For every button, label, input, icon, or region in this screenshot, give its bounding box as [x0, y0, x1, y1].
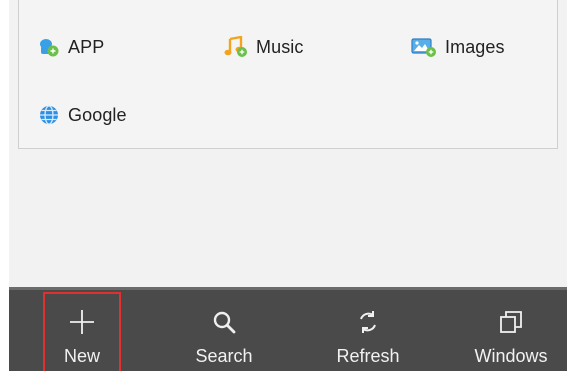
- windows-button[interactable]: Windows: [466, 290, 556, 371]
- bookmark-images[interactable]: Images: [411, 36, 505, 58]
- images-icon: [411, 36, 437, 58]
- music-icon: [224, 36, 248, 58]
- bookmark-music[interactable]: Music: [224, 36, 304, 58]
- browser-screen: APP Music Images Google New Search Refre…: [9, 0, 567, 371]
- refresh-button-label: Refresh: [336, 346, 400, 366]
- bottom-toolbar: New Search Refresh Windows: [9, 287, 567, 371]
- app-icon: [38, 36, 60, 58]
- search-button[interactable]: Search: [185, 290, 263, 371]
- windows-icon: [498, 308, 524, 336]
- refresh-icon: [356, 308, 380, 336]
- new-button-highlight: [43, 292, 121, 371]
- search-icon: [212, 308, 236, 336]
- bookmark-google[interactable]: Google: [38, 104, 127, 126]
- refresh-button[interactable]: Refresh: [328, 290, 408, 371]
- bookmark-images-label: Images: [445, 36, 505, 57]
- bookmark-google-label: Google: [68, 104, 127, 125]
- globe-icon: [38, 104, 60, 126]
- bookmark-music-label: Music: [256, 36, 304, 57]
- bookmark-app[interactable]: APP: [38, 36, 104, 58]
- search-button-label: Search: [195, 346, 253, 366]
- bookmarks-panel: APP Music Images Google: [18, 0, 558, 149]
- windows-button-label: Windows: [474, 346, 548, 366]
- bookmark-app-label: APP: [68, 36, 105, 57]
